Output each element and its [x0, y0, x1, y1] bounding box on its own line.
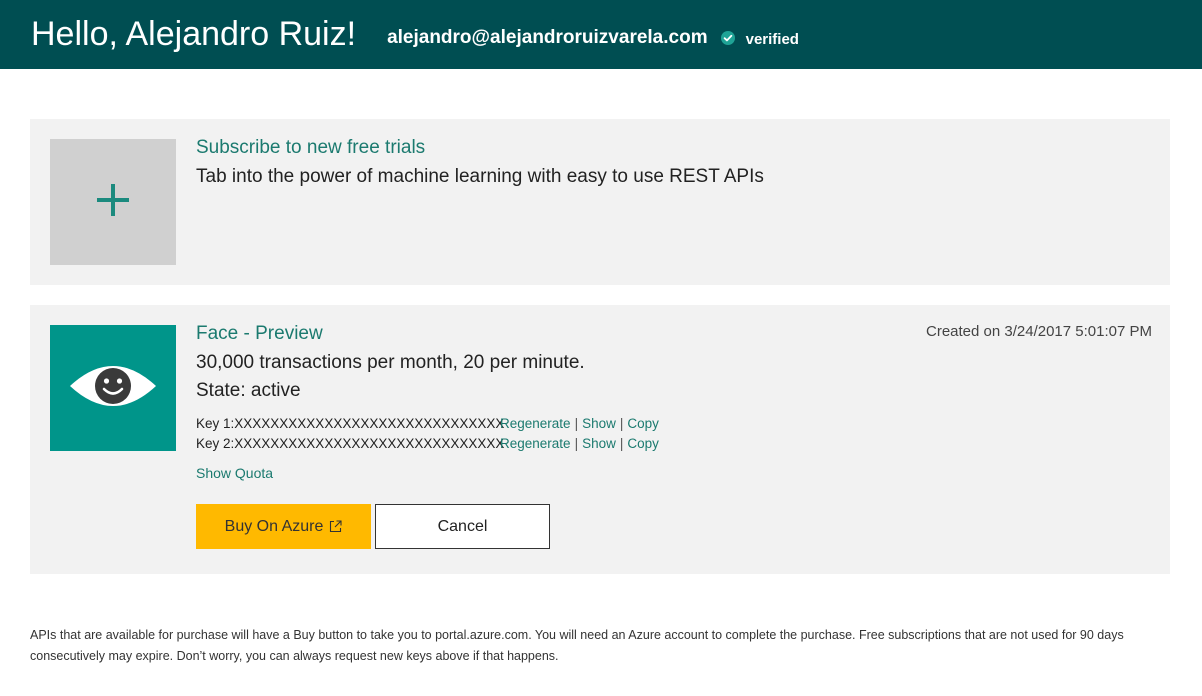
regenerate-key-2-link[interactable]: Regenerate — [500, 436, 571, 451]
verified-label: verified — [745, 30, 799, 48]
show-key-2-link[interactable]: Show — [582, 436, 616, 451]
face-tile — [50, 325, 176, 451]
show-quota-link[interactable]: Show Quota — [196, 465, 273, 481]
verified-check-icon — [720, 30, 736, 46]
buy-button-label: Buy On Azure — [224, 517, 324, 535]
separator: | — [574, 416, 579, 431]
buy-on-azure-button[interactable]: Buy On Azure — [196, 504, 371, 549]
key-2-actions: Regenerate | Show | Copy — [500, 436, 659, 451]
subscription-card-face: Face - Preview Created on 3/24/2017 5:01… — [30, 305, 1170, 574]
page-header: Hello, Alejandro Ruiz! alejandro@alejand… — [0, 0, 1202, 69]
key-row-1: Key 1:XXXXXXXXXXXXXXXXXXXXXXXXXXXXXX Reg… — [196, 416, 659, 434]
footer-note: APIs that are available for purchase wil… — [30, 628, 1124, 663]
key-1-value: Key 1:XXXXXXXXXXXXXXXXXXXXXXXXXXXXXX — [196, 416, 505, 431]
regenerate-key-1-link[interactable]: Regenerate — [500, 416, 571, 431]
cancel-button[interactable]: Cancel — [375, 504, 550, 549]
new-trials-card: Subscribe to new free trials Tab into th… — [30, 119, 1170, 285]
copy-key-1-link[interactable]: Copy — [627, 416, 659, 431]
subscription-state: State: active — [196, 380, 301, 401]
show-key-1-link[interactable]: Show — [582, 416, 616, 431]
new-trials-description: Tab into the power of machine learning w… — [196, 166, 764, 187]
eye-icon — [68, 358, 158, 419]
subscribe-tile[interactable] — [50, 139, 176, 265]
key-2-value: Key 2:XXXXXXXXXXXXXXXXXXXXXXXXXXXXXX — [196, 436, 505, 451]
separator: | — [619, 436, 624, 451]
external-link-icon — [329, 520, 342, 533]
key-row-2: Key 2:XXXXXXXXXXXXXXXXXXXXXXXXXXXXXX Reg… — [196, 436, 659, 454]
separator: | — [574, 436, 579, 451]
copy-key-2-link[interactable]: Copy — [627, 436, 659, 451]
plus-icon — [95, 182, 131, 223]
subscribe-new-trials-link[interactable]: Subscribe to new free trials — [196, 137, 425, 159]
greeting-title: Hello, Alejandro Ruiz! — [31, 15, 357, 53]
user-email: alejandro@alejandroruizvarela.com — [387, 26, 708, 48]
created-date: Created on 3/24/2017 5:01:07 PM — [926, 323, 1152, 340]
key-1-actions: Regenerate | Show | Copy — [500, 416, 659, 431]
plan-description: 30,000 transactions per month, 20 per mi… — [196, 352, 585, 373]
subscription-name: Face - Preview — [196, 323, 323, 344]
separator: | — [619, 416, 624, 431]
